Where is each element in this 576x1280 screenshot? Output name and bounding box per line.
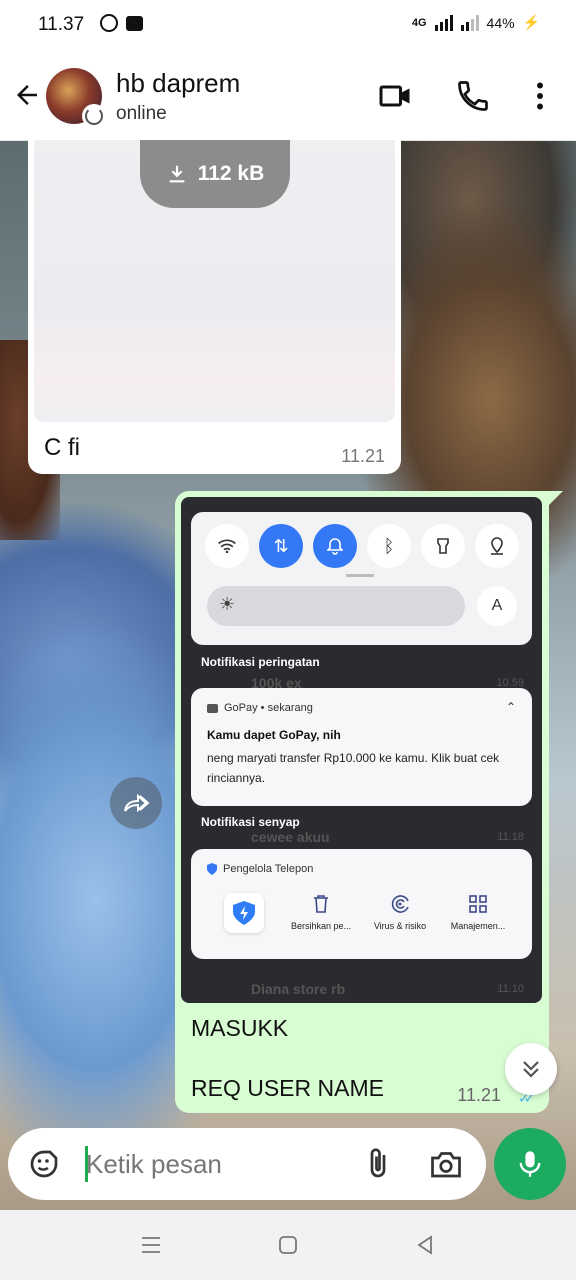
message-line-2: REQ USER NAME — [191, 1075, 384, 1101]
battery-percent: 44% — [486, 14, 515, 31]
message-line-1: MASUKK — [191, 1015, 289, 1041]
contact-status: online — [116, 103, 167, 124]
ghost-time-3: 11.10 — [497, 983, 524, 995]
sticker-icon[interactable] — [26, 1146, 62, 1182]
tool-management: Manajemen... — [443, 893, 513, 931]
message-caption: C fi — [44, 434, 80, 461]
bluetooth-icon: ᛒ — [367, 524, 411, 568]
forward-button[interactable] — [110, 777, 162, 829]
network-label: 4G — [411, 16, 427, 29]
paperclip-icon[interactable] — [360, 1146, 396, 1182]
status-bar: 11.37 4G 44% ⚡ — [0, 0, 576, 52]
download-size: 112 kB — [197, 162, 265, 185]
charging-icon: ⚡ — [522, 14, 540, 30]
security-shield-icon — [224, 893, 264, 933]
gopay-icon — [207, 703, 218, 713]
section-alert-label: Notifikasi peringatan — [201, 655, 320, 669]
tool-virus: Virus & risiko — [365, 893, 435, 931]
incoming-image-message[interactable]: 112 kB C fi 11.21 — [28, 140, 401, 474]
brightness-slider — [207, 586, 465, 626]
message-composer[interactable]: Ketik pesan — [8, 1128, 486, 1200]
section-silent-label: Notifikasi senyap — [201, 815, 300, 829]
status-time: 11.37 — [38, 14, 85, 35]
wifi-icon — [205, 524, 249, 568]
gopay-body: neng maryati transfer Rp10.000 ke kamu. … — [207, 751, 500, 785]
microphone-icon — [519, 1151, 541, 1177]
download-icon — [169, 165, 185, 183]
signal-icon — [434, 14, 453, 31]
bubble-tail — [549, 491, 563, 505]
chat-header: hb daprem online — [0, 52, 576, 141]
back-arrow-icon[interactable] — [12, 80, 42, 110]
message-time: 11.21 — [341, 446, 385, 466]
voice-call-icon[interactable] — [455, 78, 491, 114]
phone-manager-notification: Pengelola Telepon Bersihkan pe... Virus … — [191, 849, 532, 959]
back-nav-icon[interactable] — [412, 1232, 438, 1258]
gopay-app-label: GoPay • sekarang — [207, 702, 313, 714]
contact-name[interactable]: hb daprem — [116, 68, 240, 99]
quick-settings-panel: ⇅ ᛒ A — [191, 512, 532, 645]
shield-small-icon — [207, 863, 217, 875]
scroll-to-bottom-button[interactable] — [505, 1043, 557, 1095]
ghost-time-2: 11.18 — [497, 831, 524, 843]
status-right: 4G 44% ⚡ — [412, 14, 540, 31]
chevron-up-icon: ⌃ — [505, 700, 516, 714]
message-input[interactable]: Ketik pesan — [86, 1149, 222, 1180]
mobile-data-icon: ⇅ — [259, 524, 303, 568]
screenshot-image[interactable]: ⇅ ᛒ A Notifikasi peringatan 100k ex 10.5… — [181, 497, 542, 1003]
download-button[interactable]: 112 kB — [140, 140, 290, 208]
tool-cleanup: Bersihkan pe... — [286, 893, 356, 931]
gopay-title: Kamu dapet GoPay, nih — [207, 728, 341, 742]
radar-icon — [391, 895, 409, 913]
signal-2-icon — [460, 14, 479, 31]
trash-icon — [314, 895, 328, 913]
double-chevron-down-icon — [523, 1061, 539, 1078]
voice-record-button[interactable] — [494, 1128, 566, 1200]
bell-icon — [313, 524, 357, 568]
message-time: 11.21 — [457, 1085, 501, 1105]
phone-manager-app-label: Pengelola Telepon — [207, 863, 313, 875]
status-notification-icons — [100, 14, 143, 32]
home-icon[interactable] — [275, 1232, 301, 1258]
auto-brightness-button: A — [477, 586, 517, 626]
status-update-icon — [82, 104, 106, 128]
panel-handle — [346, 574, 374, 577]
ghost-notification-2: cewee akuu — [251, 829, 330, 845]
flashlight-icon — [421, 524, 465, 568]
grid-icon — [469, 895, 487, 913]
outgoing-image-message[interactable]: ⇅ ᛒ A Notifikasi peringatan 100k ex 10.5… — [175, 491, 549, 1113]
video-call-icon[interactable] — [378, 78, 414, 114]
forward-icon — [124, 793, 150, 813]
gopay-notification: GoPay • sekarang ⌃ Kamu dapet GoPay, nih… — [191, 688, 532, 806]
camera-icon[interactable] — [428, 1146, 464, 1182]
more-options-icon[interactable] — [522, 78, 558, 114]
wallet-icon — [126, 16, 143, 31]
system-nav-bar — [0, 1210, 576, 1280]
ghost-notification-3: Diana store rb — [251, 981, 346, 997]
location-icon — [475, 524, 519, 568]
whatsapp-icon — [100, 14, 118, 32]
recent-apps-icon[interactable] — [138, 1232, 164, 1258]
